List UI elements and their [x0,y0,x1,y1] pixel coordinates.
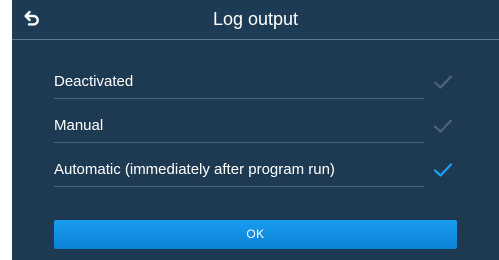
option-automatic[interactable]: Automatic (immediately after program run… [54,159,454,193]
ok-button[interactable]: OK [54,220,457,249]
check-icon [434,119,452,133]
option-label: Manual [54,117,104,134]
check-icon [434,75,452,89]
option-deactivated[interactable]: Deactivated [54,71,454,105]
log-output-screen: Log output Deactivated Manual Automatic … [12,0,499,260]
check-icon-selected [433,163,453,177]
option-label: Automatic (immediately after program run… [54,161,335,178]
page-title: Log output [212,9,299,29]
option-label: Deactivated [54,73,134,90]
option-divider [54,142,424,143]
option-divider [54,186,424,187]
option-divider [54,98,424,99]
header-bar: Log output [12,0,499,40]
option-manual[interactable]: Manual [54,115,454,149]
